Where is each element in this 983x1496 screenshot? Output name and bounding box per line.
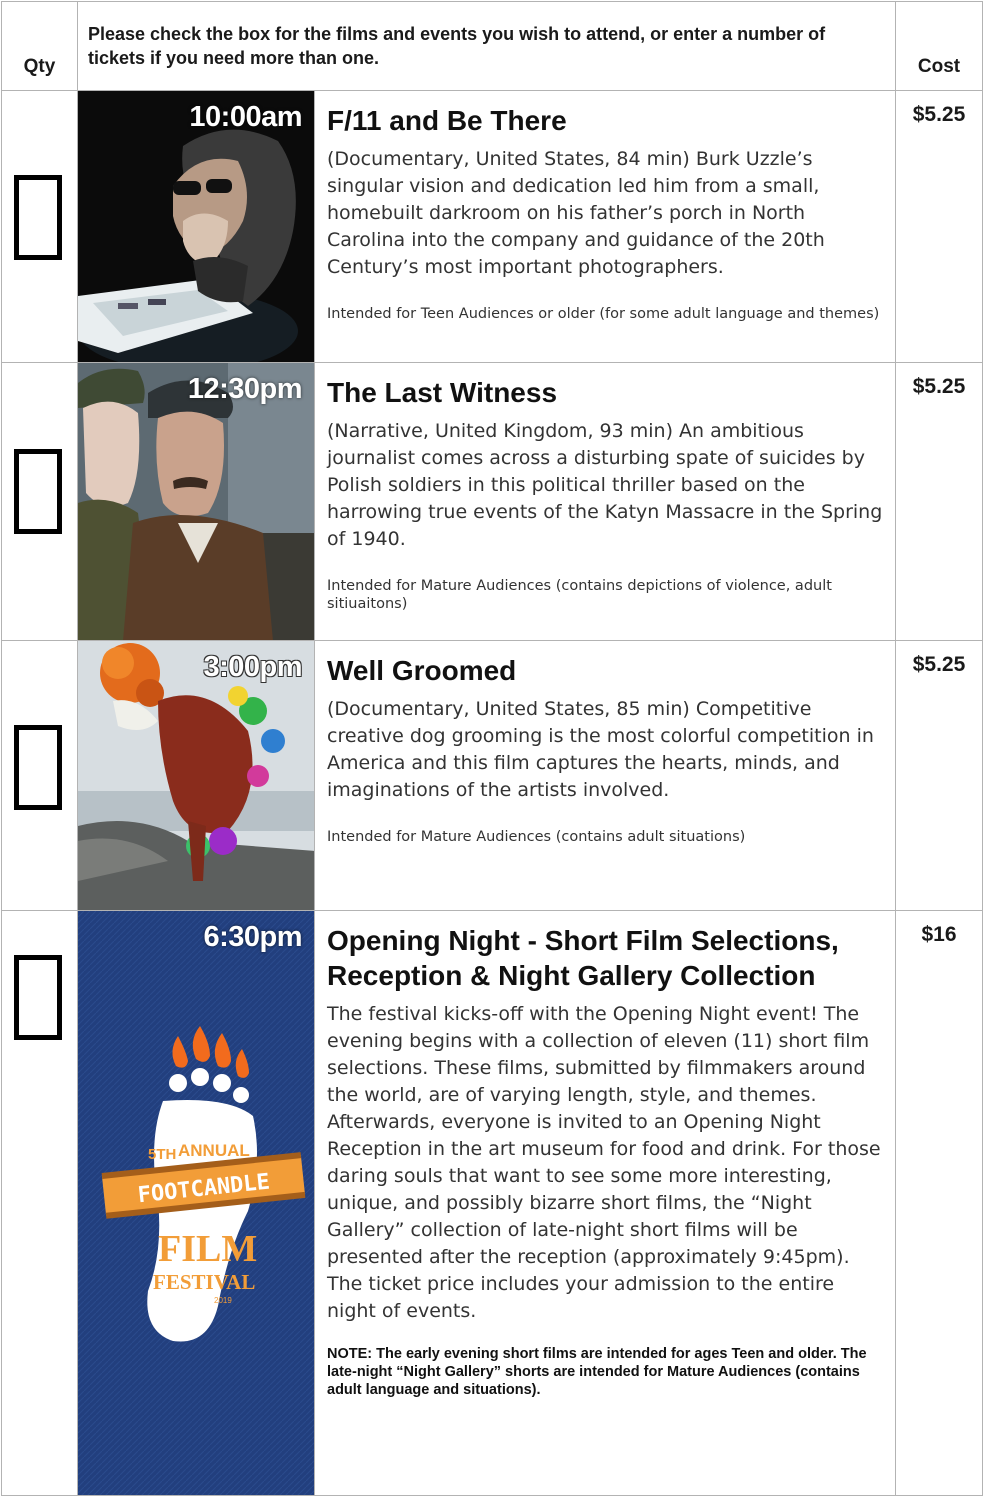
film-poster-opening-night: FOOTCANDLE 5TH ANNUAL FILM FESTIVAL 2019…	[77, 910, 315, 1496]
ticket-checkbox-well-groomed[interactable]	[14, 725, 62, 810]
showtime-label: 12:30pm	[187, 373, 303, 405]
film-title: The Last Witness	[327, 377, 558, 408]
qty-cell	[1, 90, 78, 363]
film-description-cell: The Last Witness (Narrative, United King…	[313, 362, 897, 641]
qty-cell	[1, 910, 78, 1496]
film-row: 10:00am F/11 and Be There (Documentary, …	[1, 90, 983, 363]
ticket-order-table: Qty Please check the box for the films a…	[1, 1, 983, 1496]
audience-note: Intended for Teen Audiences or older (fo…	[327, 306, 880, 322]
film-description-cell: Opening Night - Short Film Selections, R…	[313, 910, 897, 1496]
price-label: $5.25	[895, 640, 983, 911]
showtime-label: 3:00pm	[203, 651, 302, 683]
footcandle-festival-logo: FOOTCANDLE 5TH ANNUAL FILM FESTIVAL 2019	[78, 911, 314, 1495]
poster-festival-text: FESTIVAL	[153, 1270, 255, 1294]
poster-year-text: 2019	[214, 1296, 232, 1305]
ticket-checkbox-opening-night[interactable]	[14, 955, 62, 1040]
film-poster-f11: 10:00am	[77, 90, 315, 363]
qty-cell	[1, 640, 78, 911]
film-description-cell: F/11 and Be There (Documentary, United S…	[313, 90, 897, 363]
cost-header: Cost	[895, 1, 983, 91]
audience-note: Intended for Mature Audiences (contains …	[327, 578, 832, 612]
qty-header: Qty	[1, 1, 78, 91]
qty-cell	[1, 362, 78, 641]
audience-note: Intended for Mature Audiences (contains …	[327, 829, 746, 845]
film-synopsis: (Narrative, United Kingdom, 93 min) An a…	[327, 420, 883, 550]
film-title: Opening Night - Short Film Selections, R…	[327, 925, 839, 991]
ticket-checkbox-last-witness[interactable]	[14, 449, 62, 534]
showtime-label: 10:00am	[189, 101, 302, 133]
audience-note: NOTE: The early evening short films are …	[327, 1346, 867, 1398]
film-synopsis: (Documentary, United States, 84 min) Bur…	[327, 148, 825, 278]
film-poster-well-groomed: 3:00pm	[77, 640, 315, 911]
film-synopsis: (Documentary, United States, 85 min) Com…	[327, 698, 874, 801]
film-row: 3:00pm Well Groomed (Documentary, United…	[1, 640, 983, 911]
price-label: $5.25	[895, 362, 983, 641]
poster-edition-text: 5TH	[148, 1146, 176, 1163]
film-synopsis: The festival kicks-off with the Opening …	[327, 1003, 881, 1322]
instructions-header: Please check the box for the films and e…	[76, 1, 897, 91]
price-label: $16	[895, 910, 983, 1496]
poster-film-text: FILM	[158, 1228, 257, 1270]
film-title: F/11 and Be There	[327, 105, 567, 136]
ticket-checkbox-f11[interactable]	[14, 175, 62, 260]
showtime-label: 6:30pm	[203, 921, 302, 953]
header-row: Qty Please check the box for the films a…	[1, 1, 983, 91]
poster-annual-text: ANNUAL	[178, 1141, 250, 1160]
film-description-cell: Well Groomed (Documentary, United States…	[313, 640, 897, 911]
film-title: Well Groomed	[327, 655, 517, 686]
price-label: $5.25	[895, 90, 983, 363]
film-poster-last-witness: 12:30pm	[77, 362, 315, 641]
film-row: 12:30pm The Last Witness (Narrative, Uni…	[1, 362, 983, 641]
film-row: FOOTCANDLE 5TH ANNUAL FILM FESTIVAL 2019…	[1, 910, 983, 1496]
